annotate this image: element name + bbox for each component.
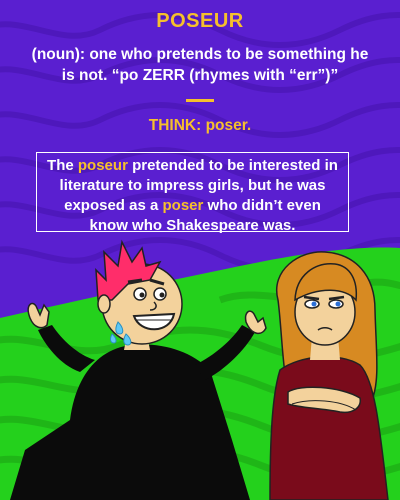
word-definition: (noun): one who pretends to be something… xyxy=(31,46,369,84)
think-word: poser. xyxy=(205,117,252,134)
sentence-part-1: The xyxy=(47,157,78,174)
flashcard: POSEUR (noun): one who pretends to be so… xyxy=(0,0,400,500)
poseur-man-figure xyxy=(10,239,267,500)
word-title: POSEUR xyxy=(156,10,244,32)
divider-line xyxy=(186,99,214,102)
sentence-highlight-poser: poser xyxy=(162,197,204,214)
sentence-highlight-poseur: poseur xyxy=(77,157,128,174)
think-hint: THINK: poser. xyxy=(0,117,400,135)
example-sentence-box: The poseur pretended to be interested in… xyxy=(36,152,349,234)
woman-figure xyxy=(269,251,389,500)
think-prefix: THINK: xyxy=(148,117,202,134)
